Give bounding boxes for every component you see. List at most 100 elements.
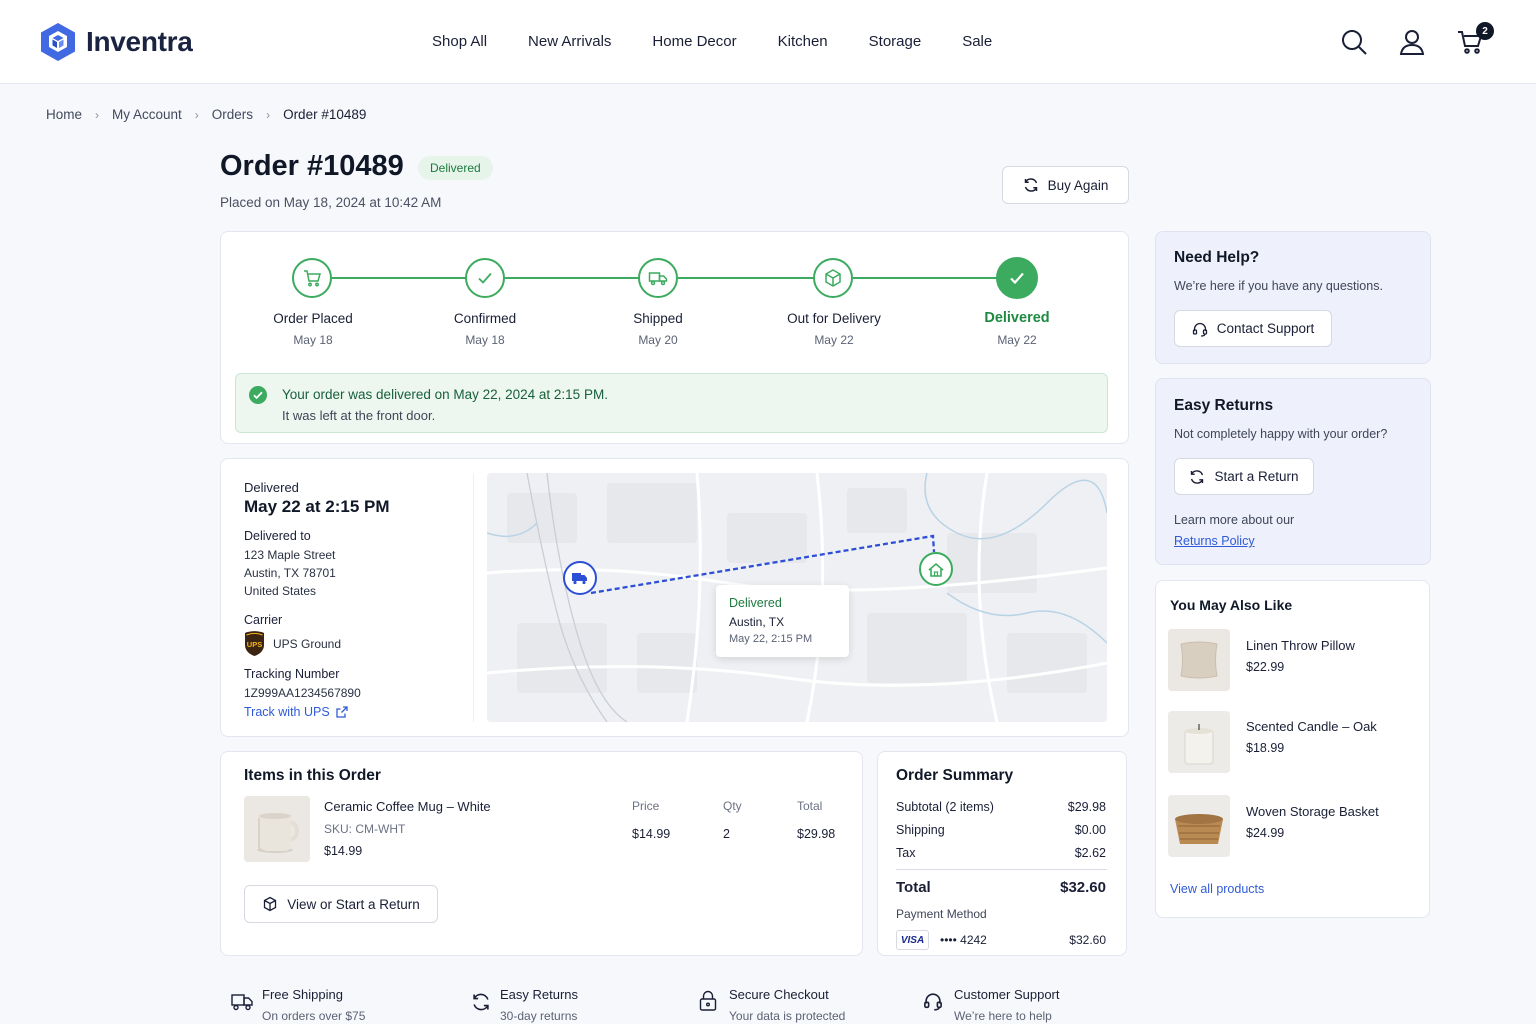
check-icon [478, 272, 492, 284]
total-label: Total [896, 879, 931, 896]
cart-icon [304, 270, 321, 287]
refresh-icon [1191, 469, 1204, 484]
box-icon [264, 896, 277, 912]
step-out-for-delivery-node [813, 258, 853, 298]
chevron-right-icon: › [266, 107, 271, 122]
brand-logo[interactable]: Inventra [40, 22, 193, 62]
recs-title: You May Also Like [1170, 597, 1293, 613]
step-delivered-node [996, 257, 1038, 299]
popup-status: Delivered [729, 596, 782, 610]
summary-value: $0.00 [1074, 823, 1106, 837]
rec-thumbnail[interactable] [1168, 629, 1230, 691]
start-return-button[interactable]: Start a Return [1174, 458, 1314, 495]
candle-image [1168, 711, 1230, 773]
logo-icon [41, 23, 75, 61]
popup-time: May 22, 2:15 PM [729, 633, 813, 645]
returns-learn-text: Learn more about our [1174, 513, 1295, 527]
step-date: May 18 [293, 333, 333, 347]
view-return-label: View or Start a Return [287, 896, 420, 912]
check-circle-icon [249, 386, 267, 404]
brand-name: Inventra [86, 26, 193, 57]
truck-icon [231, 994, 253, 1011]
box-icon [825, 269, 841, 287]
breadcrumb-my-account[interactable]: My Account [112, 107, 182, 122]
nav-storage[interactable]: Storage [869, 33, 922, 50]
feature-subtitle: We’re here to help [954, 1009, 1052, 1023]
rec-name[interactable]: Woven Storage Basket [1246, 804, 1379, 819]
popup-city: Austin, TX [729, 615, 785, 629]
step-confirmed-node [465, 258, 505, 298]
map-popup: Delivered Austin, TX May 22, 2:15 PM [716, 585, 849, 657]
rec-price: $18.99 [1246, 741, 1285, 755]
delivery-status: Delivered [244, 480, 299, 495]
basket-image [1168, 795, 1230, 857]
view-return-button[interactable]: View or Start a Return [244, 885, 438, 923]
payment-method-label: Payment Method [896, 907, 987, 921]
step-date: May 22 [997, 333, 1037, 347]
contact-support-label: Contact Support [1216, 321, 1315, 336]
start-return-label: Start a Return [1214, 469, 1299, 484]
step-label: Delivered [984, 310, 1050, 326]
truck-icon [648, 272, 668, 286]
refresh-icon [1024, 178, 1037, 192]
rec-thumbnail[interactable] [1168, 711, 1230, 773]
track-link-label: Track with UPS [244, 705, 330, 719]
step-label: Confirmed [453, 311, 517, 326]
track-with-ups-link[interactable]: Track with UPS [244, 705, 348, 719]
ups-logo-icon: UPS [244, 631, 265, 656]
nav-new-arrivals[interactable]: New Arrivals [528, 33, 611, 50]
paid-amount: $32.60 [1069, 933, 1106, 947]
notice-line-2: It was left at the front door. [282, 408, 436, 423]
rec-thumbnail[interactable] [1168, 795, 1230, 857]
search-icon[interactable] [1340, 28, 1368, 56]
status-badge: Delivered [418, 156, 493, 180]
progress-line [505, 277, 640, 279]
view-all-products-link[interactable]: View all products [1170, 882, 1264, 896]
headset-icon [924, 993, 942, 1011]
feature-title: Customer Support [954, 987, 1060, 1002]
chevron-right-icon: › [95, 107, 100, 122]
tracking-number: 1Z999AA1234567890 [244, 686, 361, 700]
card-brand: VISA [900, 934, 925, 946]
carrier-label: Carrier [244, 613, 283, 627]
item-name[interactable]: Ceramic Coffee Mug – White [324, 799, 491, 814]
progress-line [678, 277, 814, 279]
nav-sale[interactable]: Sale [962, 33, 992, 50]
help-title: Need Help? [1174, 249, 1260, 266]
nav-home-decor[interactable]: Home Decor [652, 33, 736, 50]
user-icon[interactable] [1398, 28, 1426, 56]
buy-again-button[interactable]: Buy Again [1002, 166, 1129, 204]
external-link-icon [336, 706, 348, 718]
nav-kitchen[interactable]: Kitchen [778, 33, 828, 50]
cart-count-badge: 2 [1476, 22, 1494, 40]
item-sku: SKU: CM-WHT [324, 822, 406, 836]
item-thumbnail[interactable] [244, 796, 310, 862]
card-number: •••• 4242 [940, 933, 987, 947]
returns-text: Not completely happy with your order? [1174, 427, 1388, 441]
delivery-notice: Your order was delivered on May 22, 2024… [235, 373, 1108, 433]
step-label: Out for Delivery [787, 311, 881, 326]
contact-support-button[interactable]: Contact Support [1174, 310, 1332, 347]
rec-name[interactable]: Linen Throw Pillow [1246, 638, 1355, 653]
returns-policy-link[interactable]: Returns Policy [1174, 534, 1255, 548]
item-unit-price: $14.99 [324, 844, 363, 858]
divider [896, 869, 1107, 870]
summary-value: $29.98 [1067, 800, 1106, 814]
nav-shop-all[interactable]: Shop All [432, 33, 487, 50]
breadcrumb: Home › My Account › Orders › Order #1048… [46, 107, 366, 122]
step-date: May 20 [638, 333, 678, 347]
breadcrumb-home[interactable]: Home [46, 107, 82, 122]
breadcrumb-orders[interactable]: Orders [212, 107, 253, 122]
summary-title: Order Summary [896, 767, 1014, 784]
rec-name[interactable]: Scented Candle – Oak [1246, 719, 1377, 734]
cart-icon[interactable]: 2 [1456, 22, 1494, 56]
visa-card-icon: VISA [896, 930, 929, 950]
step-date: May 18 [465, 333, 505, 347]
total-header: Total [797, 799, 823, 813]
qty-header: Qty [723, 799, 742, 813]
feature-title: Free Shipping [262, 987, 343, 1002]
site-header: Inventra Shop All New Arrivals Home Deco… [0, 0, 1536, 84]
address-line: 123 Maple Street [244, 548, 336, 562]
step-label: Order Placed [273, 311, 353, 326]
items-title: Items in this Order [244, 767, 381, 784]
